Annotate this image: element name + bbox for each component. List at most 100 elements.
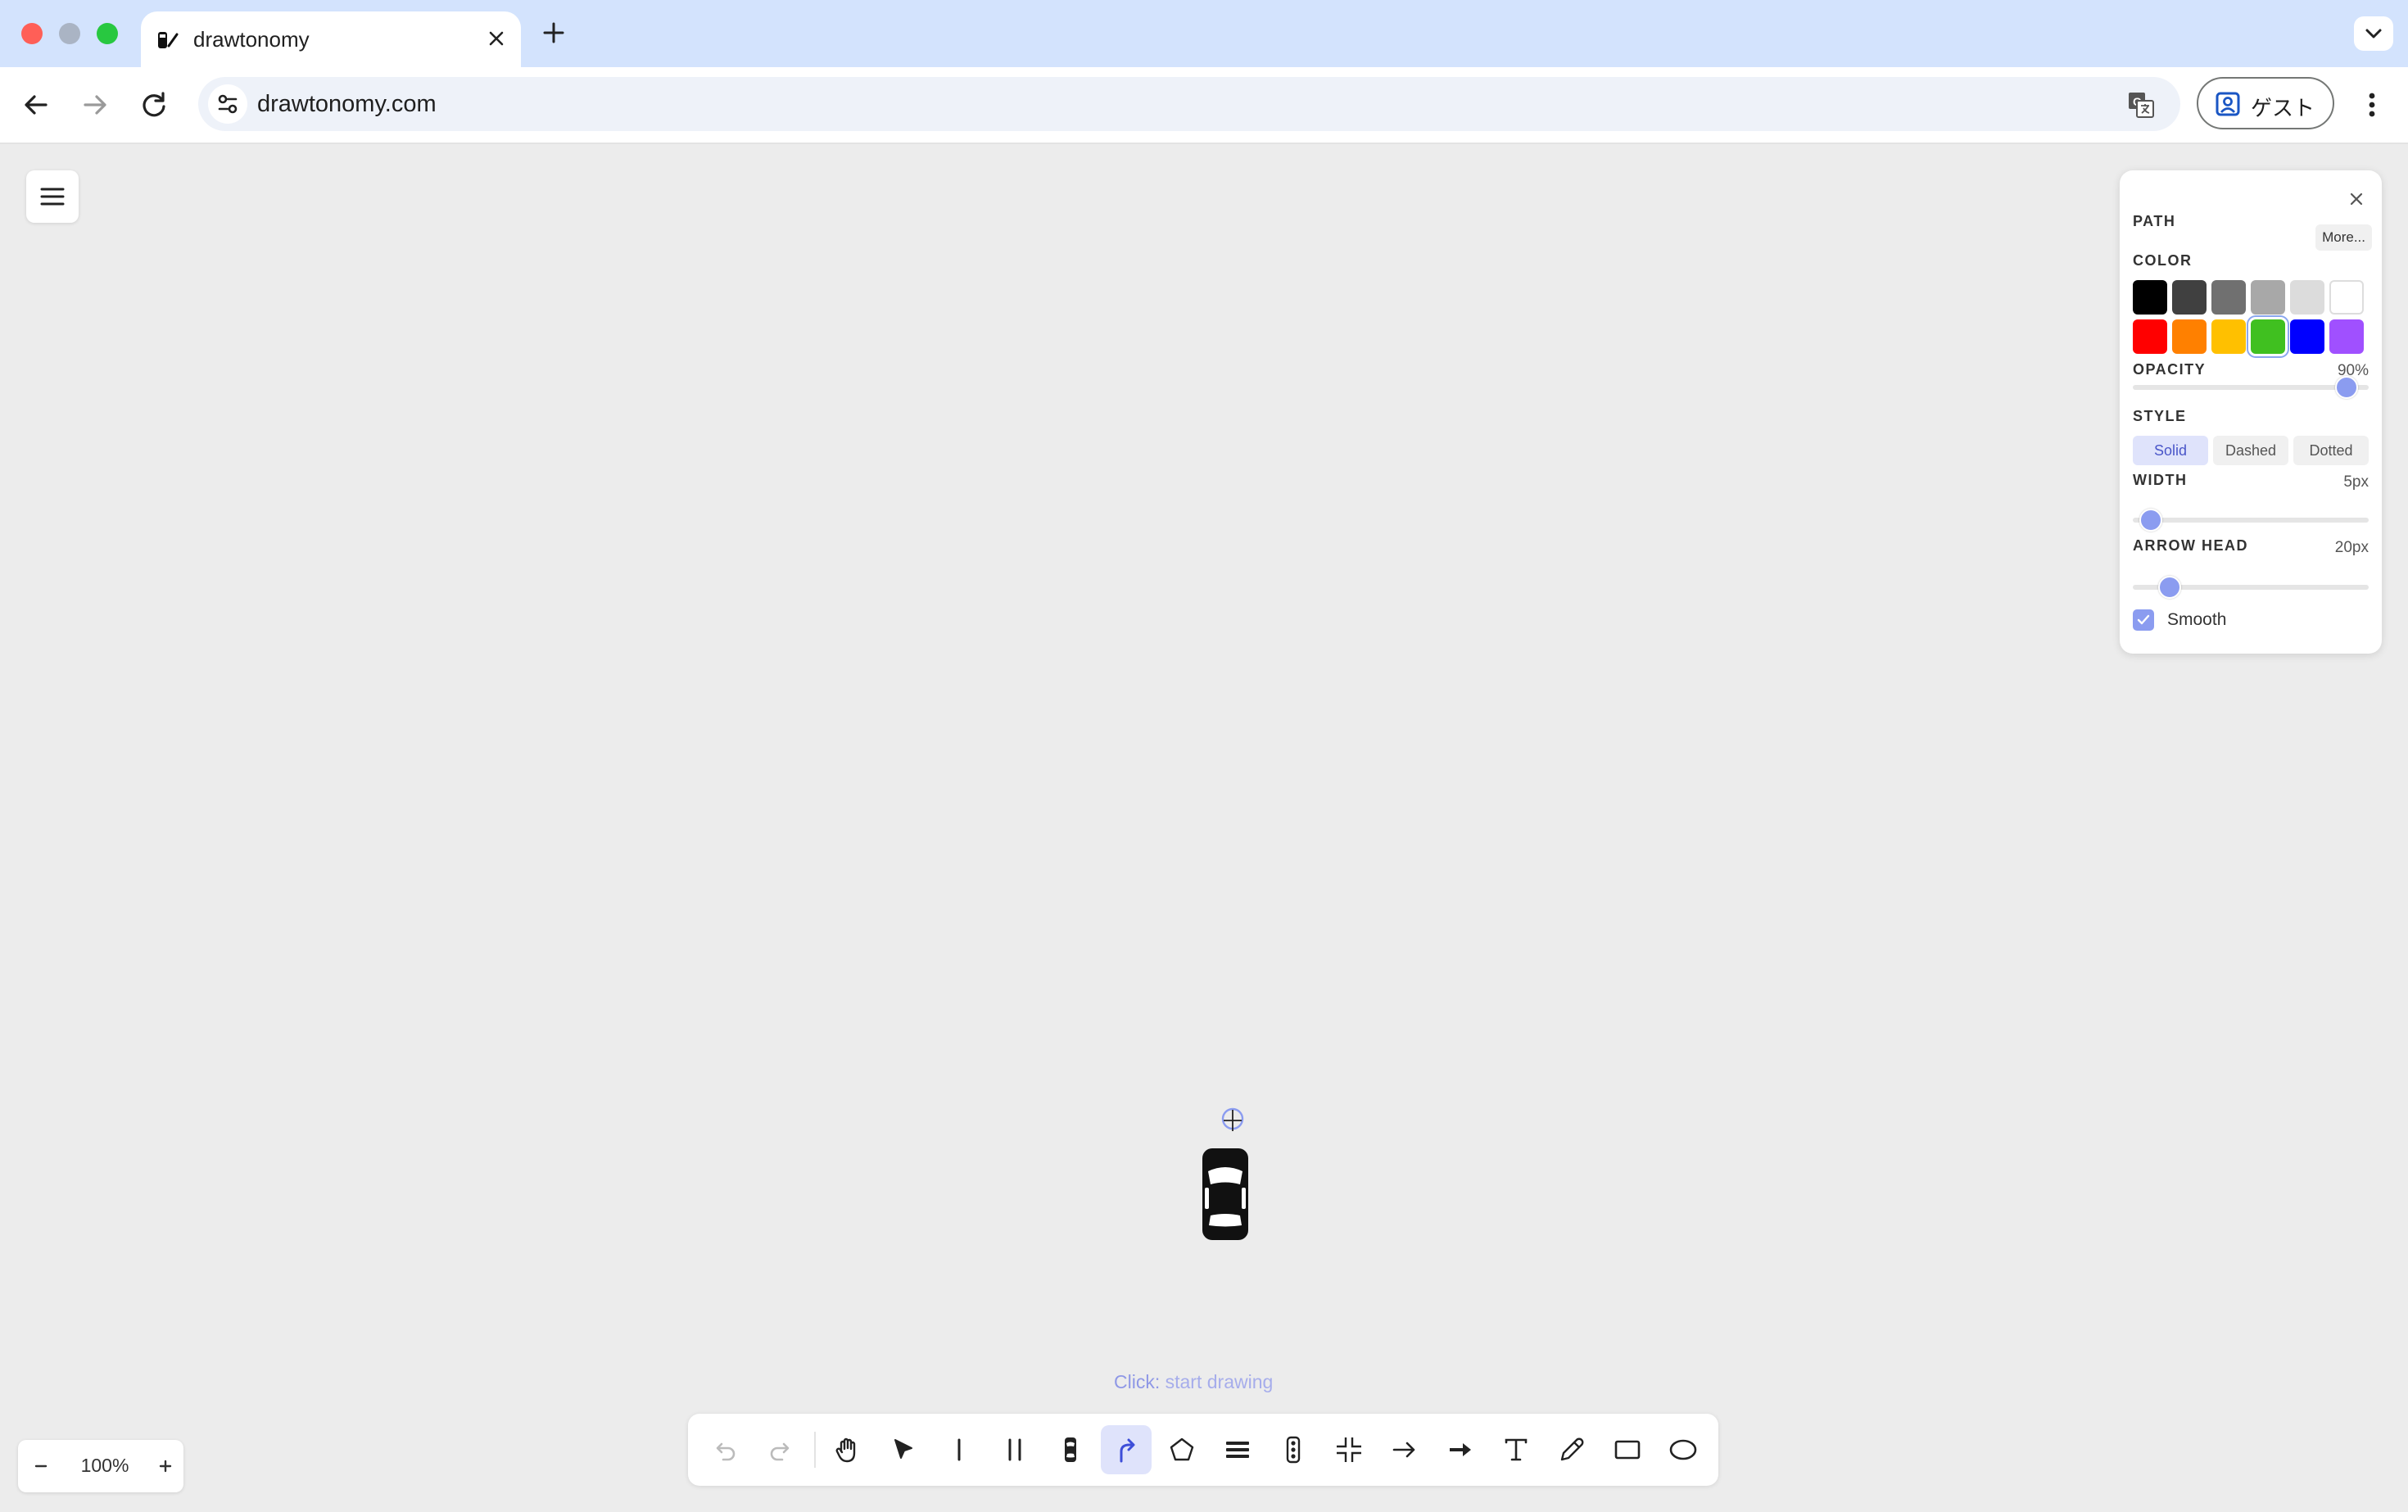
car-icon: [1065, 1437, 1076, 1462]
arrowhead-slider[interactable]: [2133, 576, 2369, 599]
intersection-tool[interactable]: [1324, 1425, 1374, 1474]
color-swatch[interactable]: [2329, 319, 2364, 354]
new-tab-icon[interactable]: [537, 16, 570, 49]
smooth-label: Smooth: [2167, 610, 2227, 629]
lanes-tool[interactable]: [1212, 1425, 1263, 1474]
window-minimize-button[interactable]: [59, 23, 80, 44]
double-line-tool[interactable]: [989, 1425, 1040, 1474]
profile-label: ゲスト: [2251, 96, 2315, 120]
person-icon: [2216, 92, 2240, 116]
tab-close-icon[interactable]: [483, 25, 509, 52]
drawing-canvas[interactable]: PATH COLOR More... OPACITY 90% STYLE Sol…: [0, 144, 2408, 1512]
lanes-icon: [1226, 1442, 1249, 1458]
translate-icon[interactable]: G: [2126, 90, 2156, 120]
zoom-out-icon[interactable]: [29, 1455, 52, 1478]
arrow-tool[interactable]: [1379, 1425, 1430, 1474]
crosshair-cursor-icon: [1221, 1107, 1244, 1131]
checkmark-icon: [2137, 614, 2150, 625]
zoom-control: 100%: [18, 1440, 183, 1492]
color-swatch[interactable]: [2290, 280, 2324, 315]
hint-action: Click:: [1114, 1371, 1161, 1392]
rectangle-tool[interactable]: [1602, 1425, 1653, 1474]
browser-toolbar: drawtonomy.com G ゲスト: [0, 67, 2408, 144]
select-icon: [894, 1439, 912, 1459]
bold-arrow-icon: [1450, 1443, 1471, 1456]
tab-title: drawtonomy: [193, 27, 310, 52]
width-label: WIDTH: [2133, 472, 2188, 488]
car-shape[interactable]: [1201, 1147, 1250, 1242]
browser-tab-active[interactable]: drawtonomy: [141, 11, 521, 67]
reload-icon[interactable]: [134, 85, 174, 124]
opacity-label: OPACITY: [2133, 361, 2207, 378]
drawtonomy-favicon-icon: [158, 32, 179, 48]
width-slider[interactable]: [2133, 509, 2369, 532]
window-maximize-button[interactable]: [97, 23, 118, 44]
color-swatch[interactable]: [2133, 280, 2167, 315]
smooth-checkbox[interactable]: [2133, 609, 2154, 631]
opacity-slider[interactable]: [2133, 376, 2369, 399]
style-segmented-control: Solid Dashed Dotted: [2133, 436, 2370, 465]
tune-icon: [218, 94, 238, 114]
text-icon: [1505, 1438, 1528, 1461]
hamburger-menu-icon: [40, 188, 65, 206]
color-swatch[interactable]: [2133, 319, 2167, 354]
color-swatch[interactable]: [2211, 280, 2246, 315]
path-tool[interactable]: [1101, 1425, 1152, 1474]
width-value: 5px: [2343, 473, 2369, 491]
more-vert-icon[interactable]: [2354, 87, 2390, 123]
arrowhead-value: 20px: [2334, 539, 2369, 556]
forward-arrow-icon[interactable]: [75, 85, 115, 124]
opacity-slider-thumb[interactable]: [2335, 376, 2359, 399]
car-tool[interactable]: [1045, 1425, 1096, 1474]
polygon-icon: [1170, 1437, 1194, 1461]
undo-button[interactable]: [699, 1425, 750, 1474]
chevron-down-icon: [2365, 29, 2382, 38]
style-dashed-button[interactable]: Dashed: [2213, 436, 2288, 465]
url-text: drawtonomy.com: [257, 91, 437, 117]
color-swatch[interactable]: [2251, 280, 2285, 315]
color-swatch[interactable]: [2251, 319, 2285, 354]
address-bar[interactable]: drawtonomy.com G: [198, 77, 2180, 131]
color-swatch[interactable]: [2329, 280, 2364, 315]
status-hint: Click: start drawing: [1114, 1371, 1273, 1393]
undo-icon: [716, 1442, 736, 1461]
color-swatch[interactable]: [2172, 280, 2207, 315]
toolbar-divider: [814, 1432, 816, 1468]
close-icon[interactable]: [2346, 188, 2367, 210]
back-arrow-icon[interactable]: [16, 85, 56, 124]
main-menu-button[interactable]: [26, 170, 79, 223]
bold-arrow-tool[interactable]: [1435, 1425, 1486, 1474]
select-tool[interactable]: [878, 1425, 929, 1474]
text-tool[interactable]: [1491, 1425, 1541, 1474]
pencil-icon: [1560, 1437, 1584, 1461]
window-close-button[interactable]: [21, 23, 43, 44]
redo-button[interactable]: [755, 1425, 806, 1474]
zoom-in-icon[interactable]: [154, 1455, 177, 1478]
path-properties-panel: PATH COLOR More... OPACITY 90% STYLE Sol…: [2120, 170, 2382, 654]
style-solid-button[interactable]: Solid: [2133, 436, 2208, 465]
more-colors-button[interactable]: More...: [2315, 224, 2372, 251]
line-icon: [957, 1438, 961, 1461]
zoom-level[interactable]: 100%: [67, 1455, 143, 1477]
hand-tool[interactable]: [822, 1425, 873, 1474]
site-info-button[interactable]: [208, 84, 247, 124]
pencil-tool[interactable]: [1546, 1425, 1597, 1474]
style-dotted-button[interactable]: Dotted: [2293, 436, 2369, 465]
color-label: COLOR: [2133, 252, 2193, 269]
intersection-icon: [1337, 1437, 1361, 1462]
arrow-icon: [1392, 1442, 1415, 1458]
traffic-light-tool[interactable]: [1268, 1425, 1319, 1474]
color-swatch[interactable]: [2211, 319, 2246, 354]
arrowhead-slider-thumb[interactable]: [2158, 576, 2182, 599]
tab-search-button[interactable]: [2354, 16, 2393, 51]
color-swatch[interactable]: [2172, 319, 2207, 354]
panel-title: PATH: [2133, 213, 2176, 229]
color-swatch[interactable]: [2290, 319, 2324, 354]
polygon-tool[interactable]: [1156, 1425, 1207, 1474]
line-tool[interactable]: [934, 1425, 984, 1474]
guest-profile-button[interactable]: ゲスト: [2197, 77, 2334, 129]
hand-icon: [835, 1437, 856, 1463]
path-icon: [1120, 1438, 1135, 1463]
width-slider-thumb[interactable]: [2139, 509, 2163, 532]
ellipse-tool[interactable]: [1658, 1425, 1709, 1474]
